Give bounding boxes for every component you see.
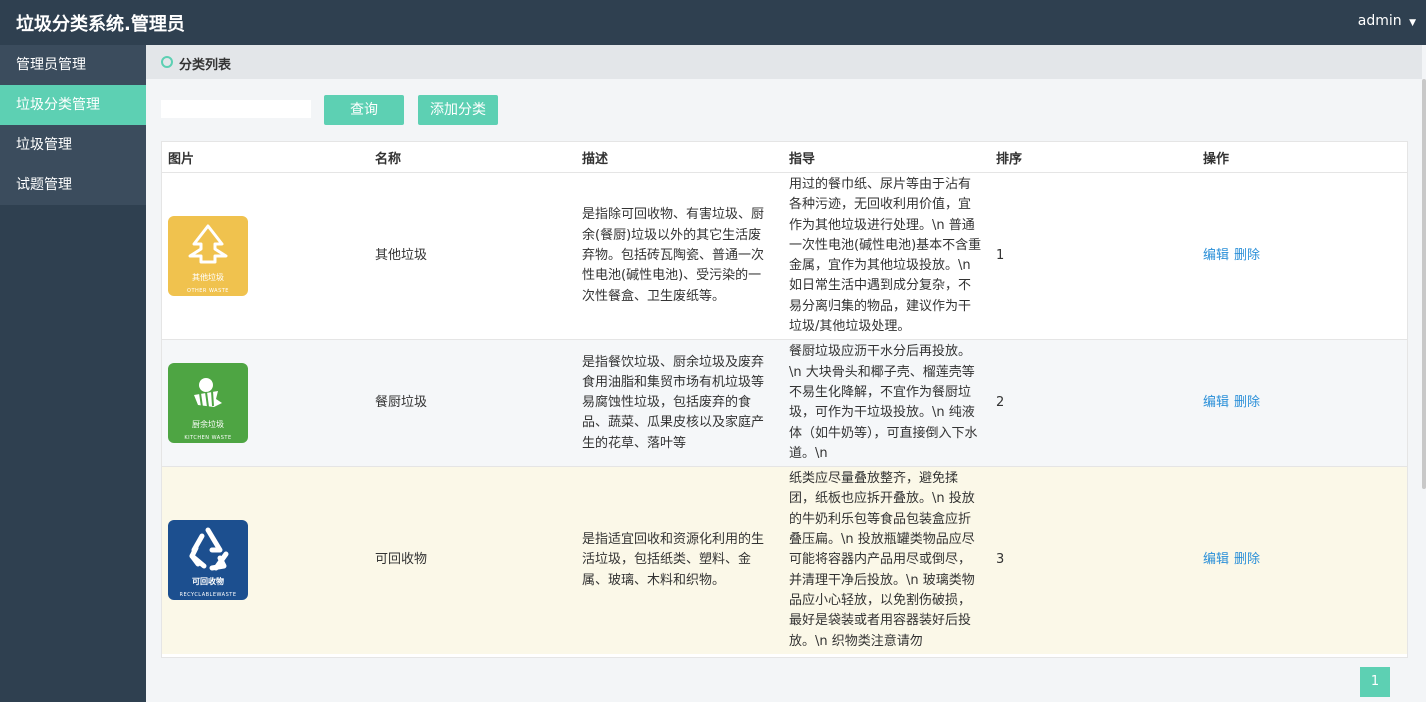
- name-cell: 其他垃圾: [369, 171, 576, 340]
- main-content: 分类列表 查询 添加分类 图片 名称 描述 指导 排序 操作 其他垃圾 OTHE…: [146, 45, 1426, 702]
- icon-caption-en: KITCHEN WASTE: [184, 435, 232, 442]
- sort-cell: 3: [990, 466, 1197, 654]
- scrollbar[interactable]: [1422, 79, 1426, 489]
- sidebar-item-label: 管理员管理: [16, 57, 86, 73]
- column-header: 排序: [990, 142, 1197, 173]
- image-cell: 厨余垃圾 KITCHEN WASTE: [162, 339, 369, 467]
- sidebar-item-label: 垃圾管理: [16, 137, 72, 153]
- column-header: 指导: [783, 142, 990, 173]
- column-header: 描述: [576, 142, 783, 173]
- column-header: 名称: [369, 142, 576, 173]
- category-table: 图片 名称 描述 指导 排序 操作 其他垃圾 OTHER WASTE 其他垃圾 …: [161, 141, 1408, 658]
- caret-down-icon: ▼: [1409, 18, 1416, 28]
- sidebar: 管理员管理 垃圾分类管理 垃圾管理 试题管理: [0, 45, 146, 702]
- kitchen-waste-icon: 厨余垃圾 KITCHEN WASTE: [168, 363, 248, 444]
- add-category-button[interactable]: 添加分类: [418, 95, 498, 125]
- actions-cell: 编辑 删除: [1197, 339, 1407, 467]
- column-header: 图片: [162, 142, 369, 173]
- query-button[interactable]: 查询: [324, 95, 404, 125]
- top-navbar: 垃圾分类系统.管理员 admin ▼: [0, 0, 1426, 45]
- delete-link[interactable]: 删除: [1234, 552, 1260, 567]
- app-title: 垃圾分类系统.管理员: [16, 14, 185, 35]
- sidebar-item-label: 垃圾分类管理: [16, 97, 100, 113]
- sidebar-item-label: 试题管理: [16, 177, 72, 193]
- actions-cell: 编辑 删除: [1197, 171, 1407, 340]
- user-menu[interactable]: admin ▼: [1358, 13, 1416, 29]
- delete-link[interactable]: 删除: [1234, 395, 1260, 410]
- guide-cell: 用过的餐巾纸、尿片等由于沾有各种污迹，无回收利用价值，宜作为其他垃圾进行处理。\…: [783, 171, 990, 340]
- delete-link[interactable]: 删除: [1234, 248, 1260, 263]
- sidebar-item-question-management[interactable]: 试题管理: [0, 165, 146, 205]
- image-cell: 可回收物 RECYCLABLEWASTE: [162, 466, 369, 654]
- desc-cell: 是指适宜回收和资源化利用的生活垃圾，包括纸类、塑料、金属、玻璃、木料和织物。: [576, 466, 783, 654]
- search-input[interactable]: [161, 100, 311, 118]
- edit-link[interactable]: 编辑: [1203, 248, 1229, 263]
- desc-cell: 是指除可回收物、有害垃圾、厨余(餐厨)垃圾以外的其它生活废弃物。包括砖瓦陶瓷、普…: [576, 171, 783, 340]
- column-header: 操作: [1197, 142, 1407, 173]
- icon-caption-en: RECYCLABLEWASTE: [179, 592, 237, 599]
- sort-cell: 2: [990, 339, 1197, 467]
- desc-cell: 是指餐饮垃圾、厨余垃圾及废弃食用油脂和集贸市场有机垃圾等易腐蚀性垃圾，包括废弃的…: [576, 339, 783, 467]
- table-header-row: 图片 名称 描述 指导 排序 操作: [162, 142, 1407, 173]
- pagination-page-1[interactable]: 1: [1360, 667, 1390, 697]
- guide-cell: 餐厨垃圾应沥干水分后再投放。\n 大块骨头和椰子壳、榴莲壳等不易生化降解，不宜作…: [783, 339, 990, 467]
- sidebar-item-garbage-management[interactable]: 垃圾管理: [0, 125, 146, 165]
- sort-cell: 1: [990, 171, 1197, 340]
- other-waste-icon: 其他垃圾 OTHER WASTE: [168, 216, 248, 297]
- edit-link[interactable]: 编辑: [1203, 552, 1229, 567]
- sidebar-menu: 管理员管理 垃圾分类管理 垃圾管理 试题管理: [0, 45, 146, 205]
- name-cell: 可回收物: [369, 466, 576, 654]
- sidebar-item-category-management[interactable]: 垃圾分类管理: [0, 85, 146, 125]
- panel-title: 分类列表: [179, 58, 232, 73]
- sidebar-item-admin-management[interactable]: 管理员管理: [0, 45, 146, 85]
- table-row: 可回收物 RECYCLABLEWASTE 可回收物 是指适宜回收和资源化利用的生…: [162, 466, 1407, 654]
- circle-ring-icon: [161, 56, 173, 68]
- name-cell: 餐厨垃圾: [369, 339, 576, 467]
- edit-link[interactable]: 编辑: [1203, 395, 1229, 410]
- actions-cell: 编辑 删除: [1197, 466, 1407, 654]
- table-row: 厨余垃圾 KITCHEN WASTE 餐厨垃圾 是指餐饮垃圾、厨余垃圾及废弃食用…: [162, 339, 1407, 467]
- recyclable-waste-icon: 可回收物 RECYCLABLEWASTE: [168, 520, 248, 601]
- panel-header: 分类列表: [146, 45, 1422, 79]
- guide-cell: 纸类应尽量叠放整齐，避免揉团，纸板也应拆开叠放。\n 投放的牛奶利乐包等食品包装…: [783, 466, 990, 654]
- icon-caption-en: OTHER WASTE: [187, 288, 229, 295]
- table-row: 其他垃圾 OTHER WASTE 其他垃圾 是指除可回收物、有害垃圾、厨余(餐厨…: [162, 171, 1407, 340]
- user-name: admin: [1357, 13, 1402, 29]
- image-cell: 其他垃圾 OTHER WASTE: [162, 171, 369, 340]
